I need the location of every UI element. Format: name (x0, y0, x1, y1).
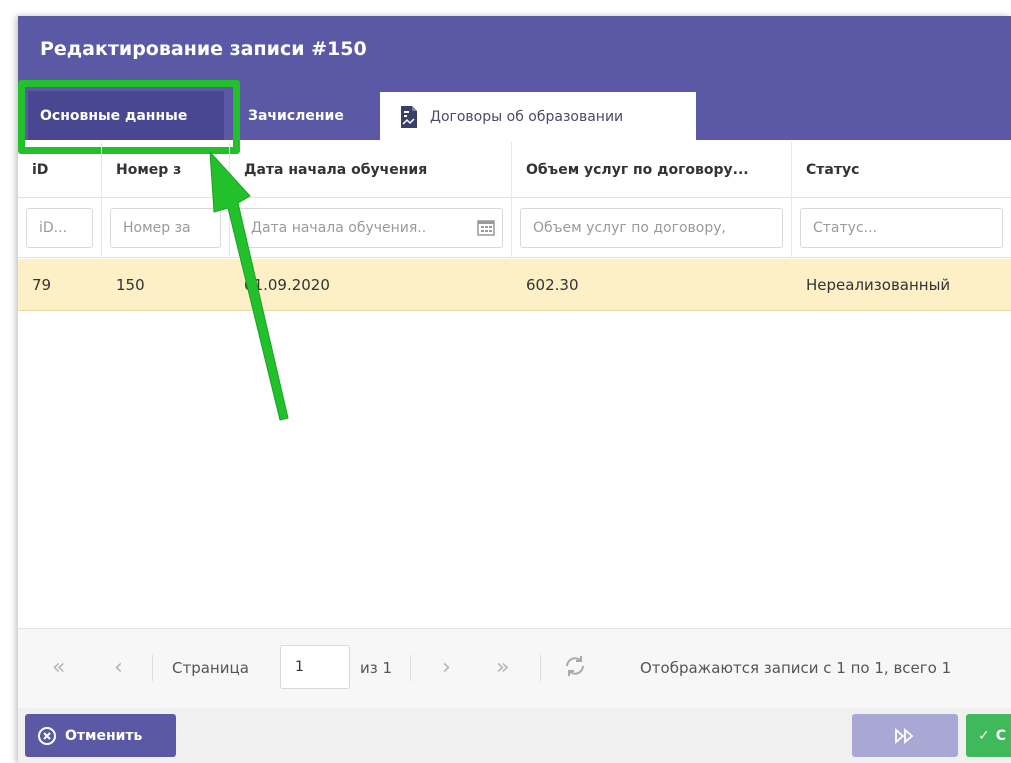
cancel-button[interactable]: Отменить (25, 714, 176, 757)
column-header-id[interactable]: iD (18, 142, 102, 198)
save-button-label: С (995, 727, 1007, 744)
first-page-icon[interactable]: « (52, 655, 65, 681)
dialog-title: Редактирование записи #150 (40, 38, 367, 60)
column-header-status[interactable]: Статус (792, 142, 1011, 198)
next-page-icon[interactable]: › (442, 655, 451, 681)
cell-number: 150 (116, 276, 145, 294)
cancel-button-label: Отменить (65, 727, 143, 744)
filter-cell-start-date (230, 198, 512, 258)
filter-number-input[interactable] (110, 208, 221, 248)
cell-volume: 602.30 (526, 276, 579, 294)
dialog-footer: Отменить ✓ С (18, 708, 1011, 763)
filter-cell-status (792, 198, 1011, 258)
cell-start-date: 01.09.2020 (244, 276, 330, 294)
tab-contracts-label: Договоры об образовании (430, 109, 624, 125)
cell-id: 79 (32, 276, 52, 294)
pager-divider (152, 655, 153, 681)
column-header-number[interactable]: Номер з (102, 142, 230, 198)
column-header-start-date[interactable]: Дата начала обучения (230, 142, 512, 198)
refresh-icon[interactable] (562, 653, 588, 679)
page-count-label: из 1 (360, 659, 393, 677)
fast-forward-icon (895, 727, 914, 744)
document-icon (401, 106, 417, 128)
column-header-volume[interactable]: Объем услуг по договору... (512, 142, 792, 198)
edit-record-dialog: Редактирование записи #150 Основные данн… (18, 16, 1011, 763)
tab-enrollment[interactable]: Зачисление (248, 91, 368, 140)
page-label: Страница (172, 659, 249, 677)
prev-page-icon[interactable]: ‹ (114, 655, 123, 681)
save-button[interactable]: ✓ С (966, 714, 1011, 757)
grid-header-row: iD Номер з Дата начала обучения Объем ус… (18, 142, 1011, 198)
pager-divider (540, 655, 541, 681)
tab-contracts[interactable]: Договоры об образовании (380, 92, 696, 142)
pagination-bar: « ‹ Страница из 1 › » Отображаются запис… (18, 628, 1011, 708)
tab-enrollment-label: Зачисление (248, 107, 344, 124)
filter-cell-id (18, 198, 102, 258)
filter-start-date-input[interactable] (238, 208, 503, 248)
calendar-icon[interactable] (477, 218, 495, 236)
table-row[interactable]: 79 150 01.09.2020 602.30 Нереализованный (18, 259, 1011, 311)
cell-status: Нереализованный (806, 276, 951, 294)
filter-status-input[interactable] (800, 208, 1003, 248)
records-summary: Отображаются записи с 1 по 1, всего 1 (640, 659, 952, 677)
filter-cell-number (102, 198, 230, 258)
next-step-button[interactable] (852, 714, 958, 757)
cancel-circle-icon (38, 726, 56, 745)
filter-cell-volume (512, 198, 792, 258)
grid-filter-row (18, 198, 1011, 258)
pager-divider (410, 655, 411, 681)
filter-volume-input[interactable] (520, 208, 783, 248)
check-icon: ✓ (978, 727, 990, 744)
date-filter-wrapper (238, 208, 503, 248)
last-page-icon[interactable]: » (496, 655, 509, 681)
filter-id-input[interactable] (26, 208, 93, 248)
page-number-input[interactable] (280, 645, 350, 689)
